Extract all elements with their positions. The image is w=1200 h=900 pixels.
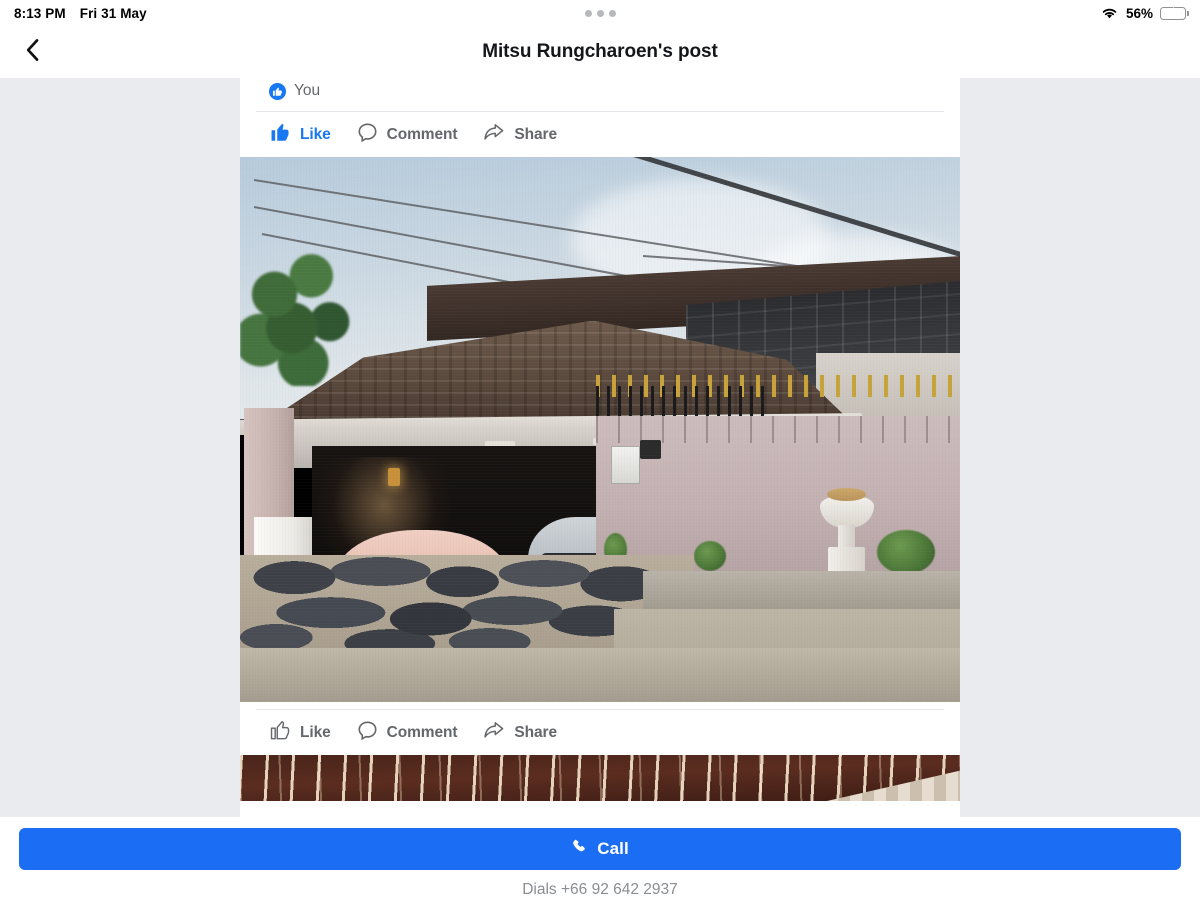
- thumbs-up-filled-icon: [270, 122, 291, 148]
- call-button-label: Call: [597, 839, 629, 858]
- more-dots-icon[interactable]: [584, 9, 616, 17]
- share-arrow-icon: [483, 122, 505, 147]
- house-photo-illustration: [240, 157, 960, 702]
- comment-button-bottom[interactable]: Comment: [353, 714, 480, 752]
- battery-charging-icon: [1160, 6, 1189, 20]
- dials-text: Dials +66 92 642 2937: [522, 881, 678, 898]
- share-button-bottom[interactable]: Share: [479, 714, 579, 751]
- comment-label-bottom: Comment: [386, 723, 458, 741]
- post-card: You Like Comment Share Like Comment Shar…: [240, 78, 960, 900]
- status-bar-left: 8:13 PM Fri 31 May: [14, 6, 147, 21]
- share-button-top[interactable]: Share: [479, 116, 579, 153]
- wall-coping: [596, 415, 960, 444]
- thumbs-up-outline-icon: [270, 720, 291, 746]
- roof-photo-illustration: [240, 755, 960, 801]
- road-foreground: [240, 647, 960, 702]
- shrub: [877, 530, 935, 574]
- like-label-bottom: Like: [300, 723, 331, 741]
- junction-box: [639, 440, 662, 459]
- concrete-curb: [643, 571, 960, 615]
- share-label-bottom: Share: [514, 723, 557, 741]
- reaction-who-label: You: [294, 82, 321, 99]
- comment-label-top: Comment: [386, 125, 458, 143]
- thumbs-up-circle-icon: [268, 81, 287, 101]
- like-label-top: Like: [300, 125, 331, 143]
- post-actions-top: Like Comment Share: [252, 112, 948, 157]
- tree: [240, 233, 356, 386]
- reactions-summary-row[interactable]: You: [252, 78, 948, 104]
- lantern: [387, 467, 400, 486]
- urn-planter-stem: [837, 524, 855, 550]
- wifi-icon: [1100, 6, 1119, 20]
- battery-percent: 56%: [1125, 5, 1153, 21]
- post-photo-second[interactable]: [240, 755, 960, 801]
- call-action-bar: Call Dials +66 92 642 2937: [0, 817, 1200, 900]
- screen-root: 8:13 PM Fri 31 May 56% Mitsu Rungcharoen…: [0, 0, 1200, 900]
- status-time: 8:13 PM: [14, 5, 66, 21]
- comment-bubble-icon: [357, 720, 378, 746]
- status-bar-center: [0, 9, 1200, 17]
- post-actions-bottom: Like Comment Share: [252, 710, 948, 755]
- like-button-bottom[interactable]: Like: [266, 714, 353, 752]
- status-bar-right: 56%: [1100, 5, 1189, 21]
- shrub: [693, 541, 726, 572]
- electric-meter-box: [610, 445, 640, 484]
- call-button[interactable]: Call: [19, 828, 1181, 870]
- status-bar: 8:13 PM Fri 31 May 56%: [0, 0, 1200, 26]
- post-header-section: You Like Comment Share: [240, 78, 960, 157]
- phone-handset-icon: [571, 838, 588, 860]
- urn-planter-bowl: [819, 487, 874, 528]
- share-label-top: Share: [514, 125, 557, 143]
- share-arrow-icon: [483, 720, 505, 745]
- post-photo-main[interactable]: [240, 157, 960, 702]
- comment-button-top[interactable]: Comment: [353, 116, 480, 154]
- navigation-bar: Mitsu Rungcharoen's post: [0, 26, 1200, 78]
- roof-edge: [826, 770, 960, 801]
- comment-bubble-icon: [357, 122, 378, 148]
- like-button-top[interactable]: Like: [266, 116, 353, 154]
- post-footer-section: Like Comment Share: [240, 709, 960, 755]
- status-date: Fri 31 May: [79, 5, 147, 21]
- page-title: Mitsu Rungcharoen's post: [482, 41, 718, 62]
